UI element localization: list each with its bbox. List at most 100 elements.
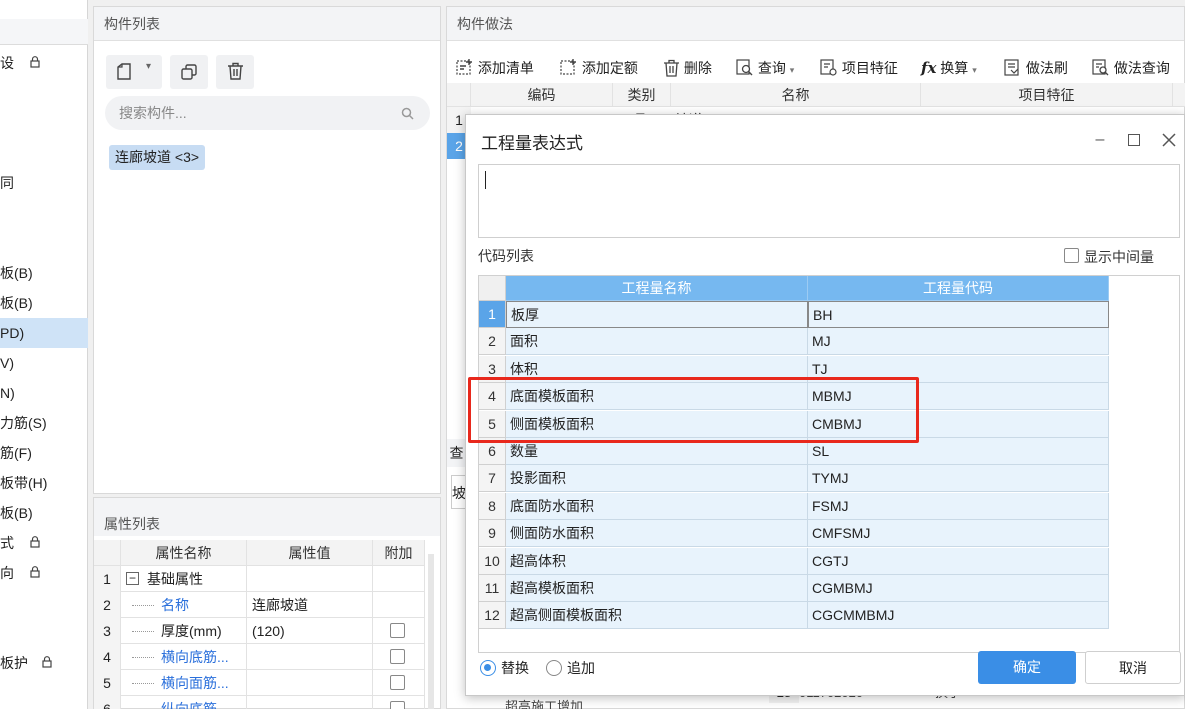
query-button[interactable]: 查询 ▾	[735, 53, 794, 83]
copy-component-button[interactable]	[170, 55, 208, 89]
attr-row-value[interactable]	[247, 566, 373, 592]
expression-input[interactable]	[478, 164, 1180, 238]
collapse-icon[interactable]: −	[126, 572, 139, 585]
lock-icon	[42, 656, 52, 668]
left-tree-item[interactable]: 力筋(S)	[0, 408, 88, 438]
attr-row-num: 2	[94, 592, 121, 618]
left-tree-item[interactable]	[0, 108, 88, 138]
lock-icon	[30, 566, 40, 578]
code-list-row[interactable]: 1 板厚 BH	[479, 301, 1109, 328]
text-cursor	[485, 171, 486, 189]
attribute-row[interactable]: 3 厚度(mm) (120)	[94, 618, 425, 644]
query-label: 查询	[757, 60, 786, 76]
code-row-num: 10	[479, 547, 506, 575]
code-list-row[interactable]: 7 投影面积 TYMJ	[479, 465, 1109, 493]
left-tree-item[interactable]: V)	[0, 348, 88, 378]
left-tree-item[interactable]: 板(B)	[0, 258, 88, 288]
left-tree-item[interactable]: 筋(F)	[0, 438, 88, 468]
cancel-button[interactable]: 取消	[1085, 651, 1181, 684]
left-tree-item[interactable]: N)	[0, 378, 88, 408]
code-row-code: TYMJ	[808, 465, 1109, 493]
close-icon[interactable]	[1161, 132, 1177, 148]
attr-extra-checkbox[interactable]	[390, 649, 405, 664]
left-tree-item[interactable]	[0, 78, 88, 108]
minimize-icon[interactable]: –	[1093, 131, 1107, 149]
radio-unselected-icon	[546, 660, 562, 676]
left-tree-item[interactable]: 式	[0, 528, 88, 558]
attr-row-extra	[373, 592, 425, 618]
delete-label: 删除	[683, 60, 712, 76]
attr-row-value[interactable]	[247, 696, 373, 709]
convert-button[interactable]: fx 换算 ▾	[921, 53, 977, 83]
code-row-name: 超高模板面积	[506, 575, 808, 602]
method-header-row: 编码 类别 名称 项目特征	[447, 83, 1185, 107]
show-intermediate-label: 显示中间量	[1084, 249, 1154, 265]
attr-row-value[interactable]: 连廊坡道	[247, 592, 373, 618]
code-row-code: CGCMMBMJ	[808, 602, 1109, 630]
left-tree-item[interactable]	[0, 588, 88, 618]
attr-row-num: 5	[94, 670, 121, 696]
delete-button[interactable]: 删除	[663, 53, 712, 83]
code-row-num: 1	[479, 301, 506, 328]
attr-row-value[interactable]	[247, 644, 373, 670]
delete-component-button[interactable]	[216, 55, 254, 89]
code-grid-header-row: 工程量名称 工程量代码	[479, 276, 1109, 301]
left-tree-item[interactable]: 板(B)	[0, 498, 88, 528]
code-list-row[interactable]: 2 面积 MJ	[479, 328, 1109, 356]
lower-tab-query[interactable]: 查	[447, 439, 467, 467]
attr-row-num: 1	[94, 566, 121, 592]
code-row-name: 超高体积	[506, 547, 808, 575]
code-list-row[interactable]: 9 侧面防水面积 CMFSMJ	[479, 520, 1109, 548]
attr-row-num: 3	[94, 618, 121, 644]
left-tree-item[interactable]: 板(B)	[0, 288, 88, 318]
new-component-button[interactable]: ▾	[106, 55, 162, 89]
code-row-code: CGMBMJ	[808, 575, 1109, 602]
attr-row-value[interactable]	[247, 670, 373, 696]
red-highlight-box	[468, 377, 919, 443]
code-grid-header-name: 工程量名称	[506, 276, 808, 301]
attr-row-value[interactable]: (120)	[247, 618, 373, 644]
attribute-row[interactable]: 1 基础属性 −	[94, 566, 425, 592]
method-brush-button[interactable]: 做法刷	[1003, 53, 1068, 83]
trash-icon	[228, 62, 243, 80]
left-tree-item[interactable]	[0, 138, 88, 168]
code-list-row[interactable]: 12 超高侧面模板面积 CGCMMBMJ	[479, 602, 1109, 630]
add-list-button[interactable]: 添加清单	[455, 53, 534, 83]
attribute-row[interactable]: 2 名称 连廊坡道	[94, 592, 425, 618]
attr-extra-checkbox[interactable]	[390, 623, 405, 638]
left-tree-item[interactable]: 同	[0, 168, 88, 198]
method-query-button[interactable]: 做法查询	[1091, 53, 1170, 83]
component-search-input[interactable]: 搜索构件...	[105, 96, 430, 130]
ok-button[interactable]: 确定	[978, 651, 1076, 684]
left-tree-item[interactable]: PD)	[0, 318, 88, 348]
method-brush-label: 做法刷	[1025, 60, 1068, 76]
attribute-scrollbar[interactable]	[428, 554, 434, 709]
attr-row-name: 基础属性	[121, 566, 247, 592]
code-list-row[interactable]: 11 超高模板面积 CGMBMJ	[479, 575, 1109, 602]
code-list-row[interactable]: 8 底面防水面积 FSMJ	[479, 492, 1109, 520]
left-tree-item[interactable]	[0, 618, 88, 648]
chevron-down-icon: ▾	[972, 65, 977, 75]
radio-append-label: 追加	[567, 660, 595, 676]
attribute-row[interactable]: 4 横向底筋...	[94, 644, 425, 670]
attribute-row[interactable]: 6 纵向底筋...	[94, 696, 425, 709]
component-list-panel: 构件列表 ▾ 搜索构件... 连廊坡道 <3>	[93, 6, 441, 494]
left-tree-item[interactable]: 设	[0, 48, 88, 78]
left-tree-item[interactable]	[0, 228, 88, 258]
checkbox-box[interactable]	[1064, 248, 1079, 263]
component-item-selected[interactable]: 连廊坡道 <3>	[109, 145, 206, 170]
code-list-row[interactable]: 10 超高体积 CGTJ	[479, 547, 1109, 575]
copy-icon	[181, 64, 197, 80]
attribute-row[interactable]: 5 横向面筋...	[94, 670, 425, 696]
left-panel-header	[0, 19, 88, 45]
search-icon[interactable]	[401, 107, 414, 120]
attr-extra-checkbox[interactable]	[390, 701, 405, 709]
add-quota-button[interactable]: 添加定额	[559, 53, 638, 83]
item-features-button[interactable]: 项目特征	[819, 53, 898, 83]
maximize-icon[interactable]	[1128, 134, 1140, 146]
left-tree-item[interactable]	[0, 198, 88, 228]
left-tree-item[interactable]: 板带(H)	[0, 468, 88, 498]
attribute-list-title: 属性列表	[94, 498, 440, 536]
attr-extra-checkbox[interactable]	[390, 675, 405, 690]
left-tree-item[interactable]: 向	[0, 558, 88, 588]
